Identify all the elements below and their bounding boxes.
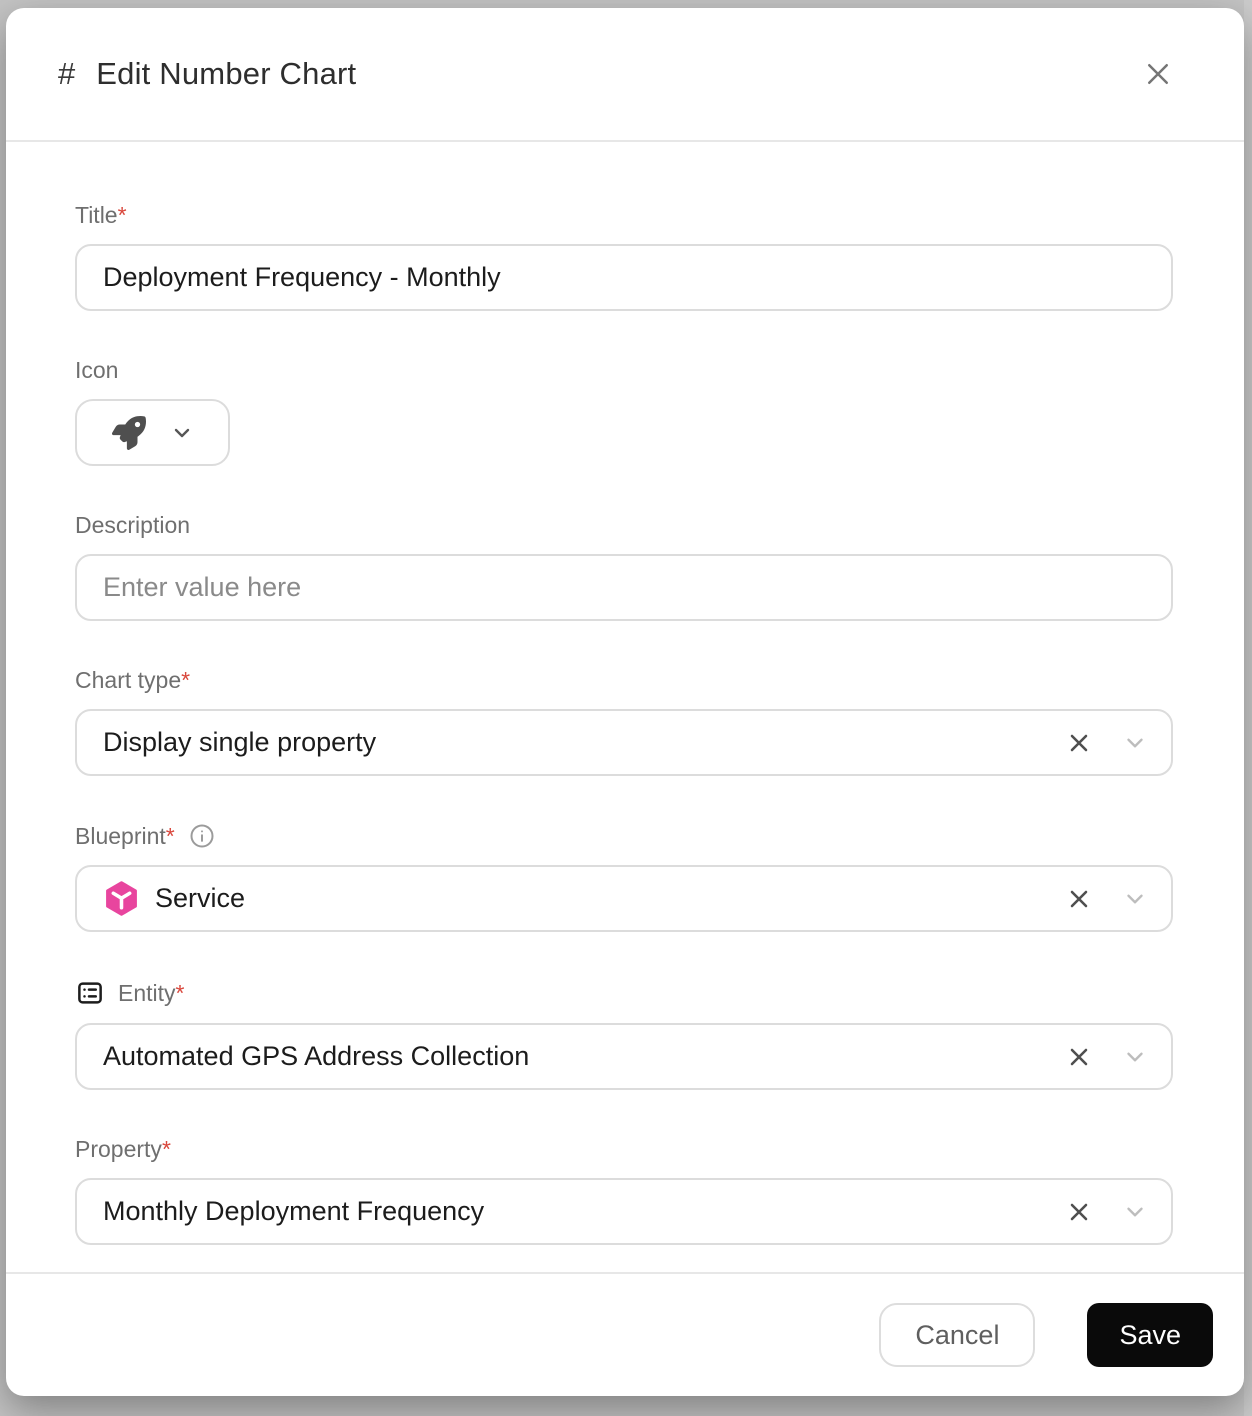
field-entity: Entity* Automated GPS Address Collection bbox=[75, 978, 1173, 1090]
info-icon[interactable] bbox=[188, 822, 216, 850]
chart-type-clear-icon[interactable] bbox=[1061, 725, 1097, 761]
field-property: Property* Monthly Deployment Frequency bbox=[75, 1136, 1173, 1245]
chart-type-value: Display single property bbox=[103, 727, 1061, 758]
cube-icon bbox=[103, 880, 140, 917]
edit-number-chart-modal: # Edit Number Chart Title* Icon bbox=[6, 8, 1244, 1396]
rocket-icon bbox=[112, 416, 146, 450]
property-chevron-down-icon[interactable] bbox=[1119, 1196, 1151, 1228]
blueprint-chevron-down-icon[interactable] bbox=[1119, 883, 1151, 915]
cancel-button[interactable]: Cancel bbox=[879, 1303, 1035, 1367]
entity-value: Automated GPS Address Collection bbox=[103, 1041, 1061, 1072]
required-asterisk: * bbox=[118, 202, 127, 228]
title-input[interactable] bbox=[75, 244, 1173, 311]
field-icon: Icon bbox=[75, 357, 1173, 466]
entity-select[interactable]: Automated GPS Address Collection bbox=[75, 1023, 1173, 1090]
title-label: Title* bbox=[75, 202, 127, 229]
chevron-down-icon bbox=[170, 421, 194, 445]
hash-icon: # bbox=[58, 56, 75, 92]
required-asterisk: * bbox=[181, 667, 190, 693]
close-button[interactable] bbox=[1136, 52, 1180, 96]
list-details-icon bbox=[75, 978, 105, 1008]
chart-type-chevron-down-icon[interactable] bbox=[1119, 727, 1151, 759]
required-asterisk: * bbox=[166, 823, 175, 849]
page-backdrop-strip bbox=[1244, 0, 1252, 1416]
entity-label: Entity* bbox=[118, 980, 184, 1007]
required-asterisk: * bbox=[176, 980, 185, 1006]
close-icon bbox=[1143, 59, 1173, 89]
property-label: Property* bbox=[75, 1136, 171, 1163]
property-select[interactable]: Monthly Deployment Frequency bbox=[75, 1178, 1173, 1245]
icon-picker-button[interactable] bbox=[75, 399, 230, 466]
field-chart-type: Chart type* Display single property bbox=[75, 667, 1173, 776]
field-title: Title* bbox=[75, 202, 1173, 311]
description-label: Description bbox=[75, 512, 190, 539]
icon-label: Icon bbox=[75, 357, 118, 384]
chart-type-label: Chart type* bbox=[75, 667, 190, 694]
modal-title: Edit Number Chart bbox=[96, 56, 1136, 92]
modal-footer: Cancel Save bbox=[6, 1272, 1244, 1396]
blueprint-clear-icon[interactable] bbox=[1061, 881, 1097, 917]
blueprint-label: Blueprint* bbox=[75, 823, 175, 850]
blueprint-select[interactable]: Service bbox=[75, 865, 1173, 932]
modal-header: # Edit Number Chart bbox=[6, 8, 1244, 142]
required-asterisk: * bbox=[162, 1136, 171, 1162]
field-blueprint: Blueprint* Service bbox=[75, 822, 1173, 932]
description-input[interactable] bbox=[75, 554, 1173, 621]
property-clear-icon[interactable] bbox=[1061, 1194, 1097, 1230]
chart-type-select[interactable]: Display single property bbox=[75, 709, 1173, 776]
blueprint-value: Service bbox=[155, 883, 1061, 914]
entity-chevron-down-icon[interactable] bbox=[1119, 1041, 1151, 1073]
field-description: Description bbox=[75, 512, 1173, 621]
entity-clear-icon[interactable] bbox=[1061, 1039, 1097, 1075]
modal-body: Title* Icon bbox=[6, 142, 1244, 1272]
save-button[interactable]: Save bbox=[1087, 1303, 1213, 1367]
property-value: Monthly Deployment Frequency bbox=[103, 1196, 1061, 1227]
